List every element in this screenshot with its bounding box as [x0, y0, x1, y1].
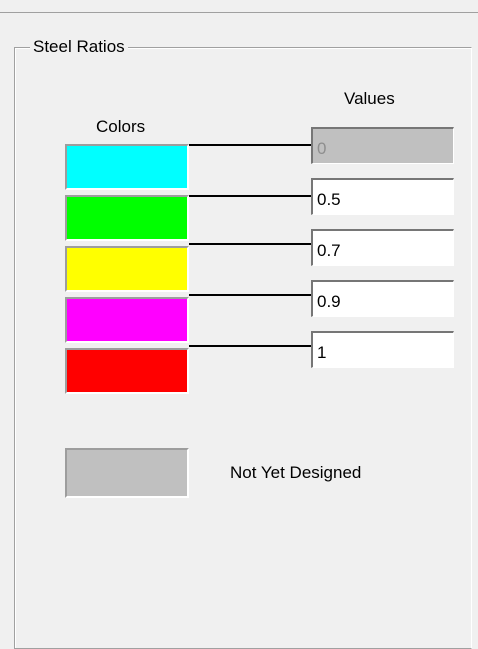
not-designed-label: Not Yet Designed	[230, 463, 362, 482]
leader-line-3	[189, 243, 314, 245]
leader-line-5	[189, 345, 314, 347]
ratio-value-field-3[interactable]	[311, 229, 454, 266]
leader-line-1	[189, 144, 314, 146]
ratio-value-field-4[interactable]	[311, 280, 454, 317]
not-designed-swatch[interactable]	[65, 448, 189, 498]
color-swatch-5[interactable]	[65, 348, 189, 394]
color-swatch-2[interactable]	[65, 195, 189, 241]
color-swatch-4[interactable]	[65, 297, 189, 343]
leader-line-4	[189, 294, 314, 296]
panel-top-divider	[0, 12, 478, 13]
ratio-value-field-5[interactable]	[311, 331, 454, 368]
values-column-label: Values	[344, 89, 395, 108]
color-swatch-1[interactable]	[65, 144, 189, 190]
ratio-value-field-1	[311, 127, 454, 164]
ratio-value-field-2[interactable]	[311, 178, 454, 215]
color-swatch-3[interactable]	[65, 246, 189, 292]
colors-column-label: Colors	[96, 117, 146, 136]
steel-ratios-panel: Steel Ratios Colors Values Not Yet Desig…	[0, 0, 478, 649]
groupbox-title: Steel Ratios	[30, 36, 128, 58]
leader-line-2	[189, 195, 314, 197]
